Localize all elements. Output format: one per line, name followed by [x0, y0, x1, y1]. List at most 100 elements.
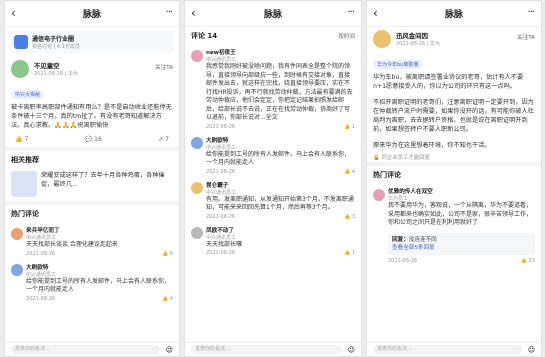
comments-header: 评论 14 按时间: [185, 27, 361, 45]
comment-item: 大刷欧特 中兴通讯员工 给你能提到工号的所有人发邮件。马上会有人联系你，一个月内…: [185, 133, 361, 178]
page-title: 脉脉: [82, 10, 101, 20]
top-bar: ‹ 脉脉 ···: [5, 1, 179, 27]
comment-text: 有用。发离职通知，从发通知开始第3个月。不发离职通知，可能来来回回先算1个月，然…: [206, 195, 354, 212]
group-card[interactable]: 通信电子行业圈 实名讨论 | 4.1万成员: [10, 31, 174, 53]
topic-tag[interactable]: 华为今年bu离职潮: [373, 60, 423, 69]
comment-item: new初夜王 中兴通讯员工 我感觉我刚好被没啥问题，我有件同表全是整个院的领导，…: [185, 45, 361, 133]
emoji-icon[interactable]: ☺: [166, 346, 173, 354]
comment-like[interactable]: 👍 4: [162, 296, 173, 302]
sort-toggle[interactable]: 按时间: [338, 32, 355, 40]
comment-avatar[interactable]: [191, 227, 203, 239]
back-icon[interactable]: ‹: [191, 6, 196, 20]
comment-author-sub: 中兴通讯员工: [206, 144, 237, 151]
comment-avatar[interactable]: [191, 137, 203, 149]
reply-box[interactable]: 回复：没连连不同 查看全部5条回复: [388, 232, 535, 255]
author-meta: 2021-08-28 | 华为: [34, 71, 78, 77]
rec-thumbnail: [11, 171, 37, 197]
comment-like[interactable]: 👍 1: [344, 124, 355, 130]
comment-icon: 💬: [84, 136, 93, 143]
back-icon[interactable]: ‹: [373, 6, 378, 20]
top-bar: ‹ 脉脉 ···: [367, 1, 541, 27]
comment-like[interactable]: 👍 6: [162, 251, 173, 257]
bottom-bar: 发表你的看法... ☺: [5, 342, 179, 356]
action-bar: 👍 7 💬 16 ↗ 7: [5, 132, 179, 147]
comment-author-sub: 中兴通讯员工: [206, 189, 237, 196]
comment-author[interactable]: 来兵甲亿而丁: [26, 226, 60, 234]
comment-author[interactable]: new初夜王: [206, 48, 236, 56]
comment-item: 凤欧不动了 中兴通讯员工 天天找部长嚷 2021-08-26 👍 1: [185, 223, 361, 260]
reply-restriction: 🔒 同企业员工才能回复: [373, 155, 430, 161]
comment-author-sub: 中兴通讯员工: [26, 235, 57, 241]
rec-title: 相关推荐: [11, 156, 39, 164]
bottom-bar: 发表你的看法... ☺: [185, 342, 361, 356]
comment-avatar[interactable]: [191, 182, 203, 194]
comment-input[interactable]: 发表你的看法...: [373, 345, 522, 354]
comment-time: 2021-08-26: [26, 295, 56, 302]
comment-item: 来兵甲亿而丁 中兴通讯员工 天天找部长谈谈 合理化建议走起来 2021-08-2…: [5, 223, 179, 260]
more-icon[interactable]: ···: [527, 7, 534, 18]
comment-avatar[interactable]: [191, 49, 203, 62]
author-row: 迅风金间因 2021-08-26 | 华为 关注TA: [367, 27, 541, 51]
avatar[interactable]: [11, 60, 29, 78]
share-button[interactable]: ↗ 7: [158, 136, 169, 143]
group-logo: [14, 35, 28, 49]
author-row: 不见童空 2021-08-28 | 华为 关注TA: [5, 57, 179, 81]
post-screen-2: ‹ 脉脉 ··· 迅风金间因 2021-08-26 | 华为 关注TA 华为今年…: [366, 0, 542, 357]
comment-author-sub: 中兴通讯员工: [26, 271, 57, 278]
comment-input[interactable]: 发表你的看法...: [191, 345, 342, 354]
rec-item[interactable]: 荣耀变成这样了？去年十月各种鸡蛋，各种催促，最终几...: [5, 169, 179, 201]
comment-like[interactable]: 👍 1: [344, 250, 355, 256]
view-all-replies[interactable]: 查看全部5条回复: [392, 244, 531, 252]
post-screen-1: ‹ 脉脉 ··· 通信电子行业圈 实名讨论 | 4.1万成员 不见童空 2021…: [4, 0, 180, 357]
follow-button[interactable]: 关注TA: [155, 63, 173, 71]
comment-item: 昆仑霸子 中兴通讯员工 有用。发离职通知，从发通知开始第3个月。不发离职通知，可…: [185, 178, 361, 223]
page-title: 脉脉: [444, 10, 463, 20]
comment-item: 大刷欧特 中兴通讯员工 给你能提到工号的所有人发邮件，马上会有人联系你，一个月内…: [5, 260, 179, 305]
comment-item: 优雅的传人在双空 华为员工 我不要用华为，客观说，一个从隔离，华为不要道看，采用…: [367, 184, 541, 231]
post-body: 被卡离职率高职部件通知有用么？是不是启动收业还能停无条件被十三个月，真的tm扯了…: [11, 104, 172, 129]
comment-text: 天天找部长谈谈 合理化建议走起来: [26, 241, 118, 248]
comment-like[interactable]: 👍 3: [344, 214, 355, 220]
comment-author[interactable]: 大刷欧特: [26, 263, 56, 271]
comment-text: 我感觉我刚好被没啥问题，我有件同表全是整个院的领导，直接领导向部级抗一些，到时候…: [206, 63, 353, 121]
comment-like[interactable]: 👍 4: [344, 169, 355, 175]
author-name[interactable]: 不见童空: [34, 61, 78, 70]
comment-author-sub: 华为员工: [388, 196, 409, 202]
more-icon[interactable]: ···: [347, 7, 354, 18]
comment-time: 2021-08-26: [206, 250, 236, 256]
comment-text: 我不要用华为，客观说，一个从隔离，华为不要道看，采用都来也确实如此，公司不是家，…: [388, 202, 533, 226]
comment-avatar[interactable]: [11, 264, 23, 276]
post-body-1: 华为车bu，被离职请签署业协议的老哥，估计有人不要n+1愿意接受人的，你以为公司…: [373, 74, 524, 90]
comment-author[interactable]: 优雅的传人在双空: [388, 187, 433, 195]
like-button[interactable]: 👍 7: [15, 136, 28, 143]
bottom-bar: 发表你的看法... ☺: [367, 342, 541, 356]
comment-text: 给你能提到工号的所有人发邮件，马上会有人联系你，一个月内就能走人: [26, 277, 171, 294]
comments-screen: ‹ 脉脉 ··· 评论 14 按时间 new初夜王 中兴通讯员工 我感觉我刚好被…: [184, 0, 362, 357]
comment-button[interactable]: 💬 16: [85, 136, 102, 143]
comment-author[interactable]: 大刷欧特: [206, 136, 236, 144]
post-body-2: 不招开离职证明的老哥们，注意离职证明一定要开到，因为在仲裁转户流户时需要，如果你…: [373, 99, 534, 133]
author-meta: 2021-08-26 | 华为: [396, 41, 440, 47]
emoji-icon[interactable]: ☺: [528, 346, 535, 354]
comment-input[interactable]: 发表你的看法...: [11, 345, 160, 354]
comment-avatar[interactable]: [11, 227, 23, 240]
follow-button[interactable]: 关注TA: [517, 33, 535, 41]
comment-author[interactable]: 昆仑霸子: [206, 181, 236, 189]
group-sub: 实名讨论 | 4.1万成员: [32, 44, 80, 50]
group-name: 通信电子行业圈: [32, 36, 75, 43]
comment-avatar[interactable]: [373, 188, 385, 201]
topic-tag[interactable]: 中兴大揭秘: [11, 90, 45, 99]
emoji-icon[interactable]: ☺: [348, 346, 355, 354]
comment-time: 2021-08-26: [206, 123, 236, 130]
rec-text: 荣耀变成这样了？去年十月各种鸡蛋，各种催促，最终几...: [41, 172, 165, 188]
comment-like[interactable]: 👍 23: [521, 258, 535, 264]
share-icon: ↗: [158, 136, 164, 143]
like-icon: 👍: [15, 136, 23, 143]
avatar[interactable]: [373, 30, 391, 48]
comment-author[interactable]: 凤欧不动了: [206, 226, 236, 234]
comment-time: 2021-08-26: [206, 213, 236, 220]
author-name[interactable]: 迅风金间因: [396, 31, 440, 40]
back-icon[interactable]: ‹: [11, 6, 16, 20]
comment-author-sub: 中兴通讯员工: [206, 234, 237, 241]
more-icon[interactable]: ···: [165, 7, 172, 18]
